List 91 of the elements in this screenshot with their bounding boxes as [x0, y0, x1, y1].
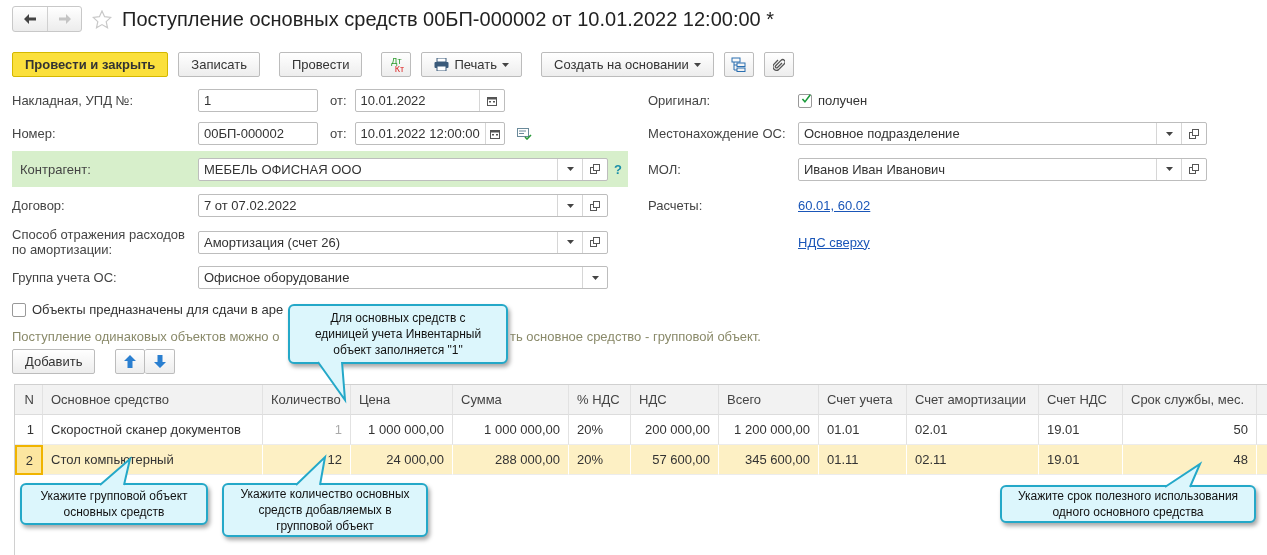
caret-icon — [1165, 131, 1173, 136]
checkbox[interactable] — [798, 93, 812, 108]
caret-icon — [591, 275, 599, 280]
calendar-icon — [486, 95, 497, 106]
caret-icon — [566, 240, 574, 244]
open-window-icon — [590, 164, 600, 174]
checkbox-label: получен — [818, 93, 868, 108]
star-icon[interactable] — [92, 9, 112, 29]
select-field[interactable]: Основное подразделение — [798, 122, 1207, 145]
print-button[interactable]: Печать — [421, 52, 522, 77]
date-field[interactable]: 10.01.2022 12:00:00 — [354, 122, 505, 145]
caret-icon — [566, 167, 574, 171]
open-window-icon — [1189, 164, 1199, 174]
checkbox[interactable] — [12, 302, 26, 317]
move-down-button[interactable] — [145, 348, 176, 374]
column-header[interactable]: Счет НДС — [1039, 385, 1123, 415]
column-header[interactable]: N — [15, 385, 43, 415]
field-label: Местонахождение ОС: — [648, 126, 787, 141]
link[interactable]: 60.01, 60.02 — [798, 198, 871, 213]
caret-icon — [566, 203, 574, 208]
table-cell: 345 600,00 — [719, 445, 819, 475]
attach-button[interactable] — [763, 52, 794, 77]
caret-icon — [1165, 167, 1173, 171]
select-field[interactable]: 7 от 07.02.2022 — [198, 194, 608, 217]
field-label: Контрагент: — [20, 161, 92, 177]
table-cell: 19.01 — [1039, 445, 1123, 475]
table-cell: 20% — [569, 445, 631, 475]
callout: Для основных средств с единицей учета Инвентарный объект заполняется "1" — [288, 304, 508, 364]
toolbar-button[interactable]: Записать — [178, 52, 260, 77]
callout-pointer — [296, 457, 325, 485]
up-arrow-icon — [124, 354, 137, 368]
field-label: Способ отражения расходов по амортизации: — [12, 227, 186, 257]
hint-text: Поступление одинаковых объектов можно о — [12, 328, 281, 344]
column-header[interactable]: Счет амортизации — [907, 385, 1039, 415]
paperclip-icon — [772, 57, 785, 72]
table-cell: 01.11 — [819, 445, 907, 475]
column-header[interactable]: Цена — [351, 385, 453, 415]
structure-button[interactable] — [723, 52, 754, 77]
field-label: Группа учета ОС: — [12, 270, 118, 285]
post-and-close-button[interactable]: Провести и закрыть — [12, 52, 169, 77]
open-window-icon — [1189, 128, 1199, 139]
table-cell: 02.11 — [907, 445, 1039, 475]
number-field[interactable]: 1 — [198, 89, 318, 112]
back-arrow-icon — [24, 14, 36, 24]
field-label: Расчеты: — [648, 198, 704, 213]
table-cell: 2 — [15, 445, 43, 475]
from-label: от: — [330, 93, 347, 108]
callout-pointer — [1165, 464, 1200, 487]
move-up-button[interactable] — [115, 348, 146, 374]
column-header[interactable]: Количество — [263, 385, 351, 415]
toolbar-button[interactable]: Провести — [278, 52, 363, 77]
window-title: Поступление основных средств 00БП-000002 от 10.01.2022 12:00:00 * — [122, 7, 775, 31]
column-header[interactable]: Счет учета — [819, 385, 907, 415]
select-field[interactable]: Амортизация (счет 26) — [198, 230, 608, 254]
column-header[interactable]: Срок службы, мес. — [1123, 385, 1257, 415]
field-label: Договор: — [12, 198, 66, 213]
field-label: Накладная, УПД №: — [12, 93, 135, 108]
open-window-icon — [590, 200, 600, 211]
date-field[interactable]: 10.01.2022 — [354, 89, 505, 112]
field-label: Оригинал: — [648, 93, 712, 108]
number-field[interactable]: 00БП-000002 — [198, 122, 318, 145]
printer-icon — [434, 58, 450, 71]
select-field[interactable]: Офисное оборудование — [198, 266, 608, 289]
dt-kt-button[interactable]: Дт Кт — [381, 52, 412, 77]
down-arrow-icon — [153, 354, 166, 368]
checkbox-label: Объекты предназначены для сдачи в аре — [32, 302, 284, 317]
create-based-on-button[interactable]: Создать на основании — [541, 52, 714, 77]
table-cell: 288 000,00 — [453, 445, 569, 475]
add-button[interactable]: Добавить — [12, 348, 96, 374]
select-field[interactable]: Иванов Иван Иванович — [798, 157, 1207, 181]
column-header[interactable]: % НДС — [569, 385, 631, 415]
table-cell: Стол компьютерный — [43, 445, 263, 475]
field-label: Номер: — [12, 126, 57, 141]
column-header[interactable]: Сумма — [453, 385, 569, 415]
calendar-icon — [489, 128, 500, 139]
from-label: от: — [330, 126, 347, 141]
field-label: МОЛ: — [648, 161, 682, 177]
hierarchy-icon — [731, 57, 747, 72]
table-cell: 48 — [1123, 445, 1257, 475]
link[interactable]: НДС сверху — [798, 234, 870, 250]
caret-icon — [502, 62, 509, 67]
column-header[interactable]: Основное средство — [43, 385, 263, 415]
column-header[interactable]: НДС — [631, 385, 719, 415]
hint-text: ть основное средство - групповой объект. — [510, 328, 761, 344]
column-header[interactable]: Всего — [719, 385, 819, 415]
open-window-icon — [590, 237, 600, 247]
table-cell: 12 — [263, 445, 351, 475]
table-cell: 57 600,00 — [631, 445, 719, 475]
table-cell: 24 000,00 — [351, 445, 453, 475]
select-field[interactable]: МЕБЕЛЬ ОФИСНАЯ ООО — [198, 157, 608, 181]
caret-icon — [693, 62, 701, 67]
